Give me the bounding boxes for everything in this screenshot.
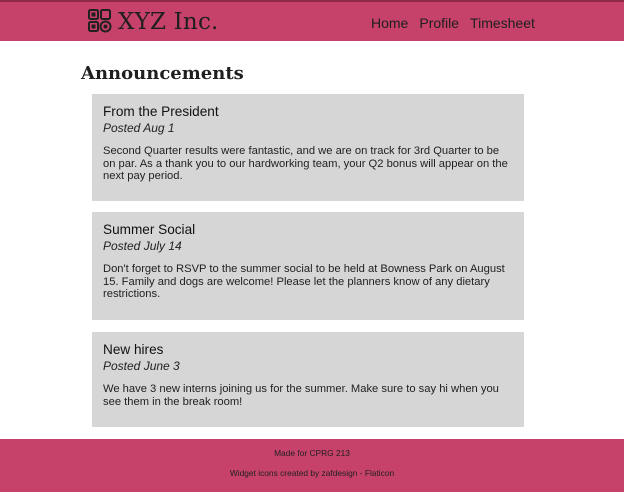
widget-icon[interactable] <box>88 9 112 33</box>
announcement-card: New hires Posted June 3 We have 3 new in… <box>92 332 524 427</box>
site-header: XYZ Inc. Home Profile Timesheet <box>0 0 624 41</box>
main-nav: Home Profile Timesheet <box>371 14 535 32</box>
nav-timesheet-link[interactable]: Timesheet <box>470 14 535 32</box>
announcement-body: We have 3 new interns joining us for the… <box>103 383 499 408</box>
announcement-date: Posted Aug 1 <box>103 121 175 135</box>
brand-name[interactable]: XYZ Inc. <box>118 8 219 36</box>
announcement-date: Posted June 3 <box>103 359 180 373</box>
announcement-body: Don't forget to RSVP to the summer socia… <box>103 263 505 301</box>
announcement-body: Second Quarter results were fantastic, a… <box>103 145 508 183</box>
nav-profile-link[interactable]: Profile <box>419 14 459 32</box>
announcement-title: Summer Social <box>103 222 196 237</box>
announcement-card: Summer Social Posted July 14 Don't forge… <box>92 212 524 320</box>
page-title: Announcements <box>81 63 244 84</box>
footer-credit-text: Widget icons created by zafdesign - Flat… <box>229 468 395 478</box>
announcement-date: Posted July 14 <box>103 239 182 253</box>
footer-course-text: Made for CPRG 213 <box>274 448 350 458</box>
announcement-title: New hires <box>103 342 164 357</box>
announcement-title: From the President <box>103 104 219 119</box>
page: XYZ Inc. Home Profile Timesheet Announce… <box>0 0 624 492</box>
site-footer: Made for CPRG 213 Widget icons created b… <box>0 439 624 492</box>
announcement-card: From the President Posted Aug 1 Second Q… <box>92 94 524 201</box>
nav-home-link[interactable]: Home <box>371 14 408 32</box>
